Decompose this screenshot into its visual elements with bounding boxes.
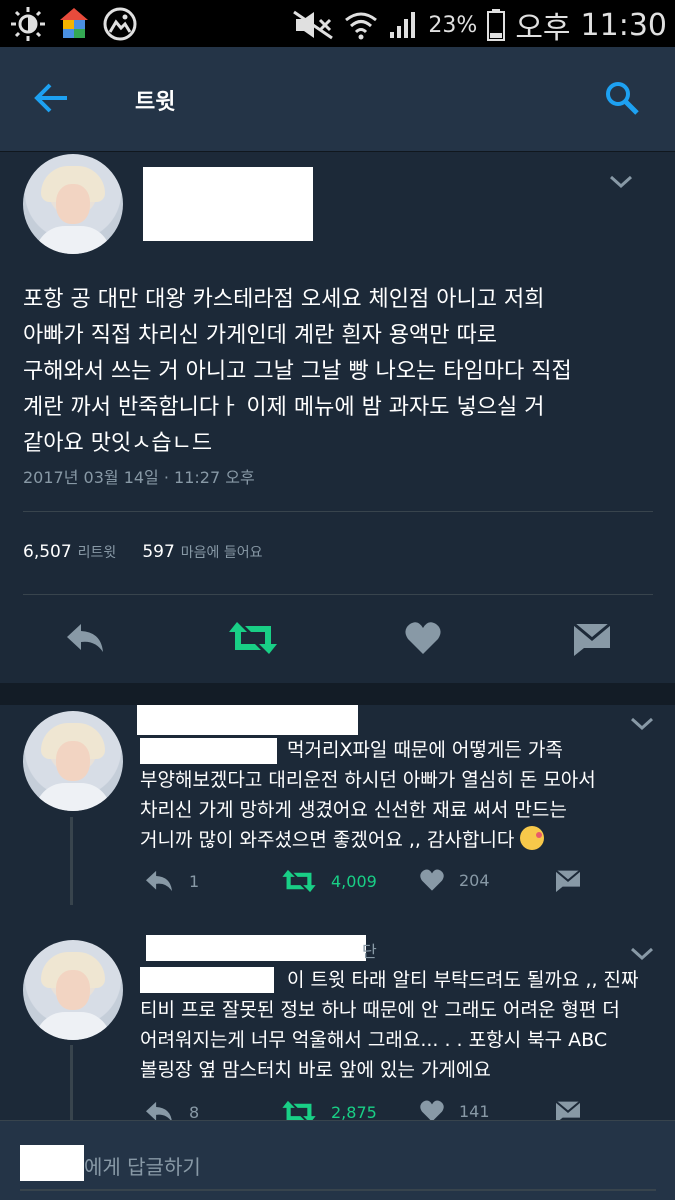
- reply-input-placeholder[interactable]: 에게 답글하기: [84, 1151, 201, 1180]
- message-icon[interactable]: [572, 620, 612, 656]
- retweets-label[interactable]: 리트윗: [78, 542, 117, 562]
- like-count: 204: [459, 870, 490, 890]
- battery-percent: 23%: [428, 12, 478, 38]
- kissing-face-icon: [520, 826, 545, 850]
- avatar[interactable]: [23, 154, 123, 254]
- status-bar: 23% 오후 11:30: [0, 0, 675, 47]
- likes-count[interactable]: 597: [142, 542, 174, 562]
- redacted-user-name: [146, 935, 366, 961]
- redacted-user-name: [143, 167, 313, 241]
- tweet-actions: [0, 620, 675, 665]
- signal-icon: [390, 12, 416, 38]
- retweet-count: 2,875: [331, 1102, 377, 1122]
- clock-time: 11:30: [580, 7, 667, 43]
- like-button[interactable]: 204: [419, 868, 490, 892]
- clock-ampm: 오후: [515, 11, 571, 46]
- reply-button[interactable]: 1: [143, 868, 199, 894]
- tweet-stats: 6,507 리트윗 597 마음에 들어요: [23, 542, 283, 562]
- tweet-timestamp: 2017년 03월 14일 · 11:27 오후: [23, 468, 255, 487]
- wifi-icon: [345, 12, 378, 40]
- reply-count: 8: [189, 1102, 200, 1122]
- photo-icon: [103, 7, 137, 41]
- redacted-user-name: [137, 705, 358, 735]
- divider: [23, 594, 653, 595]
- avatar[interactable]: [23, 711, 123, 811]
- heart-icon: [420, 869, 444, 891]
- input-underline: [20, 1189, 656, 1191]
- reply-actions: 1 4,009 204: [143, 868, 643, 898]
- message-icon: [555, 869, 581, 892]
- retweet-icon[interactable]: [227, 620, 279, 656]
- avatar[interactable]: [23, 940, 123, 1040]
- retweets-count[interactable]: 6,507: [23, 542, 72, 562]
- retweet-button[interactable]: 4,009: [281, 868, 377, 894]
- reply-name-suffix: 단: [362, 942, 377, 961]
- back-arrow-icon[interactable]: [33, 82, 69, 114]
- reply-icon[interactable]: [63, 620, 107, 656]
- reply-text: 먹거리X파일 때문에 어떻게든 가족 부양해보겠다고 대리운전 하시던 아빠가 …: [140, 735, 660, 855]
- tweet-text: 포항 공 대만 대왕 카스테라점 오세요 체인점 아니고 저희 아빠가 직접 차…: [23, 287, 572, 456]
- store-icon: [60, 8, 88, 38]
- app-bar: 트윗: [0, 47, 675, 152]
- chevron-down-icon[interactable]: [609, 175, 633, 189]
- divider: [23, 511, 653, 512]
- thread-line: [70, 1045, 73, 1120]
- like-count: 141: [459, 1101, 490, 1121]
- page-title: 트윗: [135, 90, 176, 115]
- reply-icon: [146, 870, 172, 892]
- redacted-mention: [20, 1145, 84, 1181]
- reply-composer[interactable]: 에게 답글하기: [0, 1120, 675, 1200]
- search-icon[interactable]: [604, 80, 640, 116]
- heart-icon[interactable]: [404, 620, 442, 656]
- thread-line: [70, 817, 73, 905]
- battery-icon: [487, 9, 506, 41]
- retweet-icon: [282, 869, 316, 893]
- chevron-down-icon[interactable]: [630, 947, 654, 961]
- reply-count: 1: [189, 871, 200, 891]
- message-button[interactable]: [554, 868, 582, 892]
- brightness-icon: [11, 7, 45, 41]
- section-separator: [0, 683, 675, 705]
- retweet-count: 4,009: [331, 871, 377, 891]
- reply-text: 이 트윗 타래 알티 부탁드려도 될까요 ,, 진짜 티비 프로 잘못된 정보 …: [140, 969, 639, 1081]
- chevron-down-icon[interactable]: [630, 717, 654, 731]
- likes-label[interactable]: 마음에 들어요: [181, 542, 263, 562]
- mute-icon: [293, 10, 334, 40]
